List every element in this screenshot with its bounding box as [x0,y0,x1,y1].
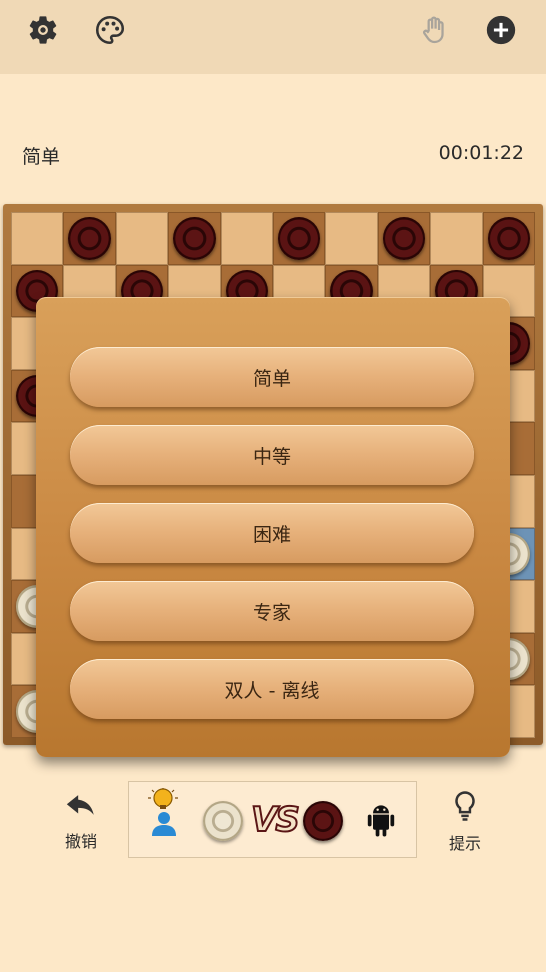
player-icon [147,786,183,842]
undo-arrow-icon [64,790,98,824]
menu-option-expert[interactable]: 专家 [70,581,474,641]
dark-checker-piece[interactable] [382,217,426,260]
vs-label: VS [250,799,301,841]
board-square[interactable] [220,212,273,265]
board-square[interactable] [377,212,431,265]
dark-checker-piece[interactable] [173,217,216,260]
player-light-piece [203,801,243,841]
hand-icon[interactable] [416,12,452,48]
dark-checker-piece[interactable] [487,217,530,260]
board-square[interactable] [115,212,169,265]
opponent-dark-piece [303,801,343,841]
hint-button[interactable]: 提示 [430,790,500,853]
gear-icon[interactable] [25,12,61,48]
undo-button[interactable]: 撤销 [46,790,116,851]
menu-option-medium[interactable]: 中等 [70,425,474,485]
hint-label: 提示 [448,834,481,853]
android-icon [365,802,397,842]
board-square[interactable] [63,212,116,265]
board-square[interactable] [325,212,378,265]
top-toolbar [0,0,546,74]
lightbulb-icon [450,790,480,826]
menu-option-two-player-offline[interactable]: 双人 - 离线 [70,659,474,719]
board-square[interactable] [168,212,221,265]
menu-option-hard[interactable]: 困难 [70,503,474,563]
board-square[interactable] [430,212,483,265]
undo-label: 撤销 [64,832,97,851]
plus-circle-icon[interactable] [483,12,519,48]
board-square[interactable] [11,212,64,265]
board-square[interactable] [482,212,535,265]
dark-checker-piece[interactable] [68,217,111,260]
player-vs-panel: VS [128,781,417,858]
difficulty-label: 简单 [22,146,61,168]
menu-option-easy[interactable]: 简单 [70,347,474,407]
status-row: 简单 00:01:22 [0,140,546,170]
dark-checker-piece[interactable] [278,217,321,260]
palette-icon[interactable] [92,12,128,48]
game-timer: 00:01:22 [438,142,524,164]
difficulty-menu: 简单 中等 困难 专家 双人 - 离线 [36,297,510,757]
board-square[interactable] [273,212,326,265]
